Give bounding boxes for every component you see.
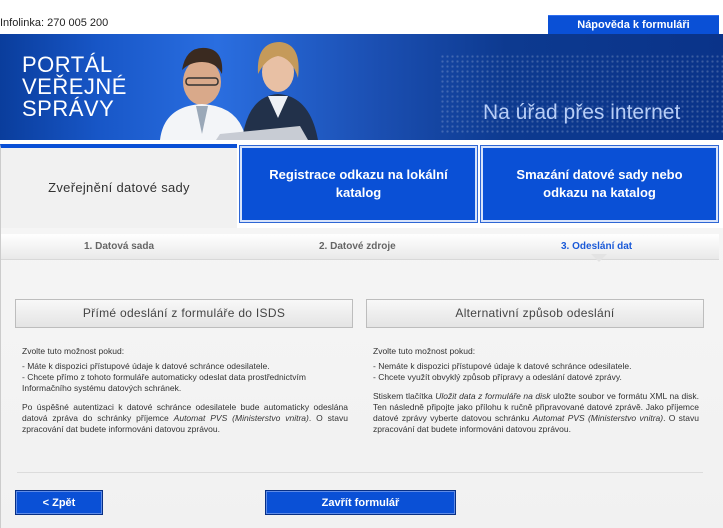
direct-paragraph: Po úspěšné autentizaci k datové schránce… xyxy=(22,402,348,434)
alt-intro: Zvolte tuto možnost pokud: xyxy=(373,346,476,356)
step-3-active: 3. Odeslání dat xyxy=(561,241,633,252)
header-banner: PORTÁL VEŘEJNÉ SPRÁVY Na úřad přes inter… xyxy=(0,34,723,140)
alt-bullet-2: - Chcete využít obvyklý způsob přípravy … xyxy=(373,372,622,382)
top-bar: Infolinka: 270 005 200 Nápověda k formul… xyxy=(0,0,723,34)
tab-delete-label: Smazání datové sady nebo odkazu na katal… xyxy=(516,167,683,200)
direct-send-isds-button[interactable]: Přímé odeslání z formuláře do ISDS xyxy=(15,299,353,328)
tab-register-catalog-link[interactable]: Registrace odkazu na lokální katalog xyxy=(239,145,478,223)
close-form-button[interactable]: Zavřít formulář xyxy=(265,490,456,515)
portal-logo[interactable]: PORTÁL VEŘEJNÉ SPRÁVY xyxy=(22,54,127,120)
tab-delete-dataset[interactable]: Smazání datové sady nebo odkazu na katal… xyxy=(480,145,719,223)
logo-line-3: SPRÁVY xyxy=(22,96,115,121)
banner-people-image xyxy=(160,42,318,140)
active-step-pointer xyxy=(591,254,607,262)
step-1: 1. Datová sada xyxy=(84,241,155,252)
logo-line-1: PORTÁL xyxy=(22,52,113,77)
step-2: 2. Datové zdroje xyxy=(319,241,396,252)
direct-bullet-1: - Máte k dispozici přístupové údaje k da… xyxy=(22,361,270,371)
direct-bullet-2: - Chcete přímo z tohoto formuláře automa… xyxy=(22,372,306,393)
section-divider xyxy=(17,472,703,473)
step-indicator: 1. Datová sada 2. Datové zdroje 3. Odesl… xyxy=(1,234,719,260)
back-button[interactable]: < Zpět xyxy=(15,490,103,515)
alternative-send-button[interactable]: Alternativní způsob odeslání xyxy=(366,299,704,328)
alternative-send-description: Zvolte tuto možnost pokud: - Nemáte k di… xyxy=(373,346,699,435)
alt-bullet-1: - Nemáte k dispozici přístupové údaje k … xyxy=(373,361,632,371)
tab-register-label: Registrace odkazu na lokální katalog xyxy=(269,167,448,200)
infoline-text: Infolinka: 270 005 200 xyxy=(0,17,109,29)
logo-line-2: VEŘEJNÉ xyxy=(22,74,127,99)
direct-send-description: Zvolte tuto možnost pokud: - Máte k disp… xyxy=(22,346,348,435)
tab-publish-dataset[interactable]: Zveřejnění datové sady xyxy=(0,144,237,230)
banner-tagline: Na úřad přes internet xyxy=(483,101,681,124)
help-button[interactable]: Nápověda k formuláři xyxy=(548,15,719,34)
direct-intro: Zvolte tuto možnost pokud: xyxy=(22,346,125,356)
form-tabs: Zveřejnění datové sady Registrace odkazu… xyxy=(0,140,723,230)
content-panel: 1. Datová sada 2. Datové zdroje 3. Odesl… xyxy=(0,228,723,528)
alt-paragraph: Stiskem tlačítka Uložit data z formuláře… xyxy=(373,391,699,434)
